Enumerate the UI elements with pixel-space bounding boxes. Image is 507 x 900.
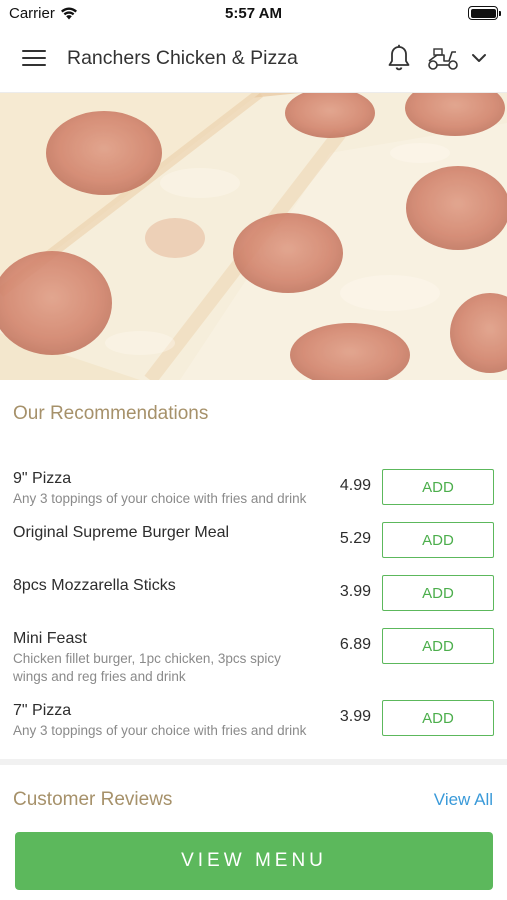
app-header: Ranchers Chicken & Pizza <box>0 26 507 93</box>
add-button[interactable]: ADD <box>382 575 494 611</box>
item-name: Original Supreme Burger Meal <box>13 524 230 541</box>
item-name: Mini Feast <box>13 630 87 647</box>
item-name: 9" Pizza <box>13 470 72 487</box>
item-description: Any 3 toppings of your choice with fries… <box>13 491 307 506</box>
item-price: 3.99 <box>339 583 371 600</box>
bell-icon[interactable] <box>386 44 412 72</box>
add-button[interactable]: ADD <box>382 522 494 558</box>
item-price: 3.99 <box>339 708 371 725</box>
status-time: 5:57 AM <box>225 5 282 22</box>
scooter-icon[interactable] <box>426 46 460 72</box>
view-all-reviews-link[interactable]: View All <box>434 790 493 810</box>
item-name: 7" Pizza <box>13 702 72 719</box>
add-button[interactable]: ADD <box>382 700 494 736</box>
reviews-title: Customer Reviews <box>13 789 173 810</box>
item-description: Any 3 toppings of your choice with fries… <box>13 723 307 738</box>
hero-pizza-image <box>0 93 507 380</box>
hamburger-icon[interactable] <box>22 50 46 68</box>
status-bar: Carrier 5:57 AM <box>0 0 507 26</box>
add-button[interactable]: ADD <box>382 469 494 505</box>
item-name: 8pcs Mozzarella Sticks <box>13 577 176 594</box>
item-price: 4.99 <box>339 477 371 494</box>
restaurant-title: Ranchers Chicken & Pizza <box>67 47 298 69</box>
recommendations-title: Our Recommendations <box>13 403 209 424</box>
battery-icon <box>468 6 501 20</box>
chevron-down-icon[interactable] <box>470 50 488 66</box>
view-menu-button[interactable]: VIEW MENU <box>15 832 493 890</box>
section-divider <box>0 759 507 765</box>
item-price: 5.29 <box>339 530 371 547</box>
item-description: Chicken fillet burger, 1pc chicken, 3pcs… <box>13 651 281 684</box>
add-button[interactable]: ADD <box>382 628 494 664</box>
item-price: 6.89 <box>339 636 371 653</box>
